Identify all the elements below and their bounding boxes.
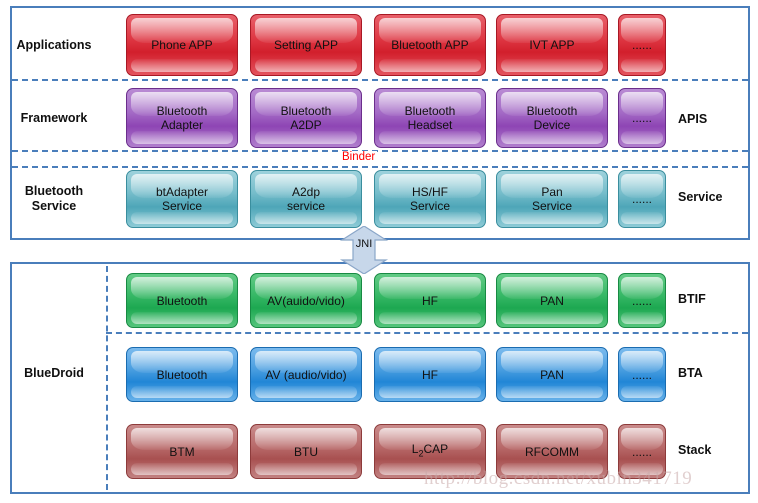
box-label: PAN [540, 293, 564, 308]
box-label: RFCOMM [525, 444, 579, 459]
jni-double-arrow-icon [339, 226, 389, 274]
separator-bluedroid-vertical [106, 266, 108, 490]
box-label: ...... [631, 367, 652, 382]
box-bluetooth-a2dp[interactable]: Bluetooth A2DP [250, 88, 362, 148]
box-pan-service[interactable]: Pan Service [496, 170, 608, 228]
box-label: BTU [294, 444, 318, 459]
box-applications-more[interactable]: ...... [618, 14, 666, 76]
box-label: L2CAP [409, 442, 451, 460]
box-stack-btu[interactable]: BTU [250, 424, 362, 479]
right-label-stack: Stack [678, 443, 712, 457]
box-label: Bluetooth [156, 293, 208, 308]
right-label-btif: BTIF [678, 292, 706, 306]
box-label: ...... [631, 444, 652, 459]
right-label-bta: BTA [678, 366, 703, 380]
row-label-framework: Framework [20, 111, 88, 125]
box-label: HS/HF Service [409, 185, 450, 213]
box-label: AV(auido/vido) [267, 293, 345, 308]
box-btif-more[interactable]: ...... [618, 273, 666, 328]
right-label-apis: APIS [678, 112, 708, 126]
box-stack-btm[interactable]: BTM [126, 424, 238, 479]
right-label-service: Service [678, 190, 723, 204]
box-label: HF [422, 367, 438, 382]
separator-framework-binder [12, 150, 748, 152]
l2cap-suffix: CAP [423, 442, 449, 457]
box-ivt-app[interactable]: IVT APP [496, 14, 608, 76]
box-bluetooth-app[interactable]: Bluetooth APP [374, 14, 486, 76]
box-label: ...... [631, 192, 652, 206]
separator-btif-bta [106, 332, 748, 334]
box-label: Bluetooth APP [391, 38, 469, 52]
box-label: Bluetooth Headset [404, 104, 456, 132]
row-label-applications: Applications [16, 38, 92, 52]
box-label: btAdapter Service [155, 185, 209, 213]
box-label: Pan Service [531, 185, 572, 213]
box-btif-bluetooth[interactable]: Bluetooth [126, 273, 238, 328]
box-hs-hf-service[interactable]: HS/HF Service [374, 170, 486, 228]
box-service-more[interactable]: ...... [618, 170, 666, 228]
box-phone-app[interactable]: Phone APP [126, 14, 238, 76]
box-label: ...... [631, 38, 652, 52]
architecture-diagram: Applications Framework Bluetooth Service… [0, 0, 758, 503]
binder-label: Binder [340, 151, 378, 163]
box-label: Bluetooth Device [526, 104, 578, 132]
box-label: IVT APP [529, 38, 575, 52]
watermark-text: http://blog.csdn.net/xubin341719 [424, 468, 693, 489]
box-btif-av[interactable]: AV(auido/vido) [250, 273, 362, 328]
box-label: AV (audio/vido) [265, 367, 347, 382]
separator-binder-service [12, 166, 748, 168]
box-btif-hf[interactable]: HF [374, 273, 486, 328]
box-bta-more[interactable]: ...... [618, 347, 666, 402]
side-label-bluedroid: BlueDroid [24, 366, 84, 380]
jni-label: JNI [355, 238, 373, 250]
row-label-bluetooth-service: Bluetooth Service [24, 184, 84, 213]
box-bta-bluetooth[interactable]: Bluetooth [126, 347, 238, 402]
box-label: ...... [631, 293, 652, 308]
box-bluetooth-device[interactable]: Bluetooth Device [496, 88, 608, 148]
box-bta-av[interactable]: AV (audio/vido) [250, 347, 362, 402]
box-label: Phone APP [151, 38, 213, 52]
separator-applications-framework [12, 79, 748, 81]
box-bluetooth-adapter[interactable]: Bluetooth Adapter [126, 88, 238, 148]
box-framework-more[interactable]: ...... [618, 88, 666, 148]
box-label: Bluetooth Adapter [156, 104, 208, 132]
box-label: Bluetooth A2DP [280, 104, 332, 132]
box-label: A2dp service [286, 185, 325, 213]
box-btadapter-service[interactable]: btAdapter Service [126, 170, 238, 228]
box-label: Bluetooth [156, 367, 208, 382]
box-label: BTM [169, 444, 195, 459]
box-label: Setting APP [273, 38, 339, 52]
box-bluetooth-headset[interactable]: Bluetooth Headset [374, 88, 486, 148]
box-btif-pan[interactable]: PAN [496, 273, 608, 328]
box-bta-pan[interactable]: PAN [496, 347, 608, 402]
box-label: ...... [631, 111, 652, 125]
box-a2dp-service[interactable]: A2dp service [250, 170, 362, 228]
box-bta-hf[interactable]: HF [374, 347, 486, 402]
box-setting-app[interactable]: Setting APP [250, 14, 362, 76]
box-label: HF [422, 293, 438, 308]
box-label: PAN [540, 367, 564, 382]
